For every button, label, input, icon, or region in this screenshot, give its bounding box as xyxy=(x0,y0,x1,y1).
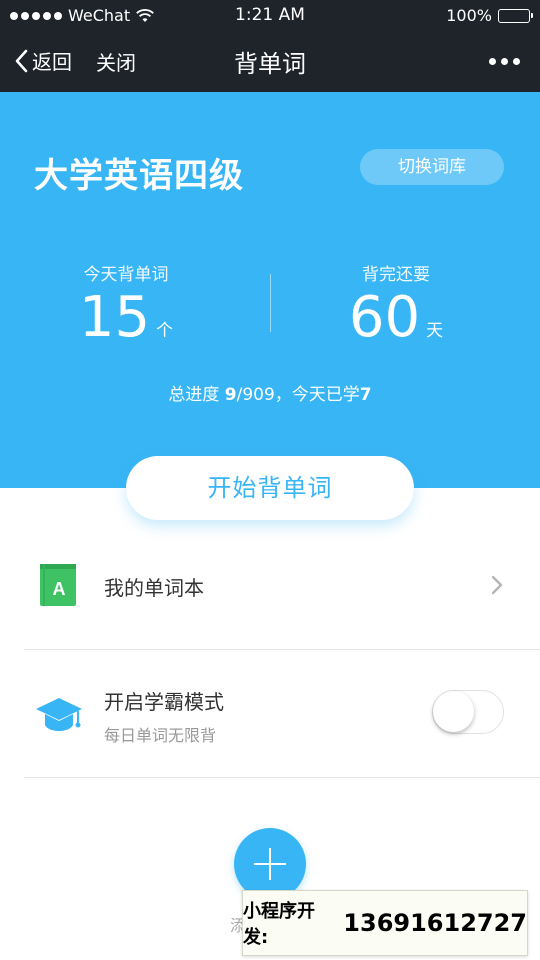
wordbook-title: 大学英语四级 xyxy=(34,156,244,196)
today-value-row: 15 个 xyxy=(26,287,226,349)
progress-summary: 总进度 9/909，今天已学7 xyxy=(0,380,540,405)
remaining-value: 60 xyxy=(348,285,421,350)
master-mode-toggle[interactable] xyxy=(432,690,504,734)
today-label: 今天背单词 xyxy=(83,265,169,285)
master-mode-row: 开启学霸模式 每日单词无限背 xyxy=(24,650,540,778)
more-button[interactable] xyxy=(489,58,520,65)
watermark-label: 小程序开发: xyxy=(243,901,315,948)
close-button[interactable]: 关闭 xyxy=(96,47,136,76)
today-value: 15 xyxy=(78,285,151,350)
progress-total: /909 xyxy=(236,385,275,405)
stat-divider xyxy=(270,274,271,332)
more-dots-icon xyxy=(489,58,496,65)
status-bar: WeChat 1:21 AM 100% xyxy=(0,0,540,30)
status-right: 100% xyxy=(446,6,533,25)
wordbook-label: 我的单词本 xyxy=(104,576,204,600)
book-icon: A xyxy=(40,564,76,606)
battery-percent: 100% xyxy=(446,6,492,25)
progress-today-learned: 7 xyxy=(359,385,372,405)
remaining-value-row: 60 天 xyxy=(296,287,496,349)
page-title: 背单词 xyxy=(234,50,306,78)
master-mode-subtitle: 每日单词无限背 xyxy=(104,726,217,745)
remaining-label: 背完还要 xyxy=(362,265,430,285)
progress-done: 9 xyxy=(224,385,237,405)
book-icon-letter: A xyxy=(53,579,66,599)
battery-icon xyxy=(498,8,533,23)
remaining-stat: 背完还要 60 天 xyxy=(296,260,496,349)
watermark-phone: 13691612727 xyxy=(343,909,527,937)
progress-prefix: 总进度 xyxy=(168,385,225,405)
today-unit: 个 xyxy=(156,321,174,341)
today-stat: 今天背单词 15 个 xyxy=(26,260,226,349)
hero-panel: 大学英语四级 切换词库 今天背单词 15 个 背完还要 60 天 总进度 9/9… xyxy=(0,92,540,488)
graduation-cap-icon xyxy=(36,698,82,731)
wordbook-row[interactable]: A 我的单词本 xyxy=(24,522,540,650)
contact-watermark: 小程序开发: 13691612727 xyxy=(242,890,528,956)
remaining-unit: 天 xyxy=(426,321,444,341)
chevron-left-icon xyxy=(15,49,28,72)
switch-wordbook-button[interactable]: 切换词库 xyxy=(360,149,504,185)
chevron-right-icon xyxy=(491,575,503,595)
progress-mid: ，今天已学 xyxy=(274,385,360,405)
back-label: 返回 xyxy=(32,50,72,74)
start-studying-button[interactable]: 开始背单词 xyxy=(126,456,414,520)
master-mode-label: 开启学霸模式 xyxy=(104,690,224,714)
toggle-knob xyxy=(433,691,474,732)
nav-bar: 返回 关闭 背单词 xyxy=(0,30,540,92)
back-button[interactable]: 返回 xyxy=(14,46,72,75)
